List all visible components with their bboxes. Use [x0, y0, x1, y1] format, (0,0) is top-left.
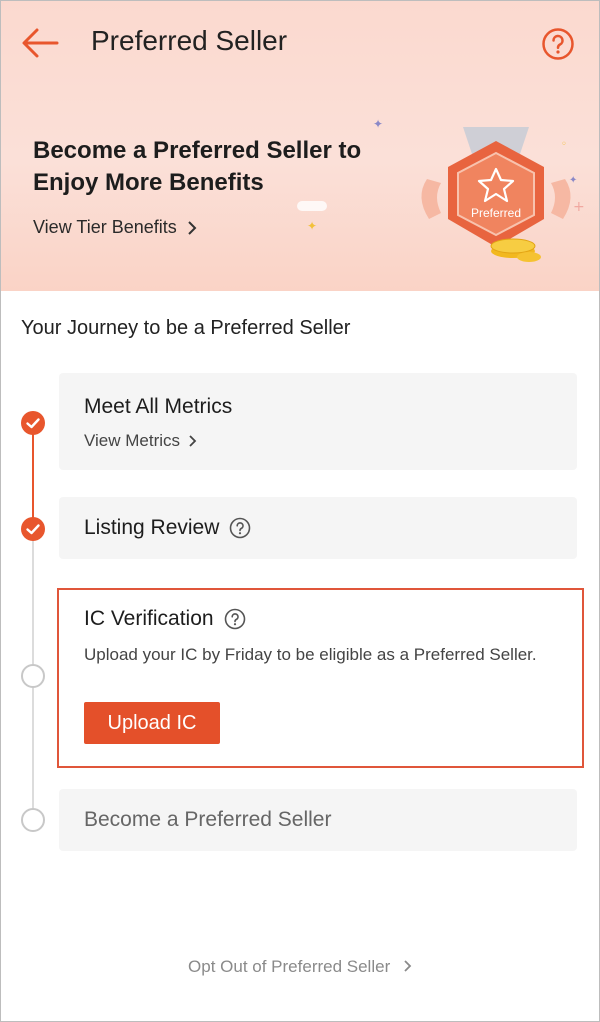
step-title: Meet All Metrics	[84, 395, 233, 418]
question-circle-icon	[542, 28, 574, 60]
chevron-right-icon	[188, 220, 197, 235]
cloud-decoration	[297, 201, 327, 211]
step-card-metrics: Meet All Metrics View Metrics	[59, 373, 577, 470]
question-circle-icon[interactable]	[224, 608, 246, 630]
step-pending-icon	[21, 808, 45, 832]
svg-text:✦: ✦	[569, 175, 577, 186]
page-title: Preferred Seller	[91, 25, 288, 56]
opt-out-link[interactable]: Opt Out of Preferred Seller	[1, 957, 599, 977]
hero-headline: Become a Preferred Seller to Enjoy More …	[33, 137, 362, 196]
svg-text:+: +	[573, 199, 585, 215]
step-card-become-preferred: Become a Preferred Seller	[59, 789, 577, 851]
upload-ic-button[interactable]: Upload IC	[84, 702, 220, 744]
tier-link-label: View Tier Benefits	[33, 217, 177, 237]
step-pending-icon	[21, 664, 45, 688]
step-title: IC Verification	[84, 607, 214, 630]
step-done-icon	[21, 411, 45, 435]
step-done-icon	[21, 517, 45, 541]
svg-text:◦: ◦	[561, 139, 567, 150]
back-button[interactable]	[19, 25, 61, 61]
question-circle-icon[interactable]	[229, 517, 251, 539]
step-description: Upload your IC by Friday to be eligible …	[84, 645, 537, 664]
top-bar: Preferred Seller	[1, 1, 599, 85]
view-tier-benefits-link[interactable]: View Tier Benefits	[33, 217, 197, 238]
preferred-badge-illustration: Preferred ✦ ◦ ✦ +	[421, 127, 585, 262]
help-button[interactable]	[541, 27, 575, 61]
step-card-listing-review: Listing Review	[59, 497, 577, 559]
sparkle-icon: ✦	[373, 117, 384, 131]
timeline-line-completed	[32, 423, 34, 529]
step-title: Listing Review	[84, 516, 220, 539]
checkmark-icon	[26, 418, 40, 429]
checkmark-icon	[26, 524, 40, 535]
chevron-right-icon	[404, 960, 412, 972]
hero-banner: Preferred Seller Become a Preferred Sell…	[1, 1, 599, 291]
step-title: Become a Preferred Seller	[84, 808, 332, 831]
view-metrics-link[interactable]: View Metrics	[84, 431, 197, 451]
arrow-left-icon	[22, 28, 59, 58]
opt-out-label: Opt Out of Preferred Seller	[188, 957, 391, 976]
journey-title: Your Journey to be a Preferred Seller	[21, 317, 351, 339]
badge-label: Preferred	[471, 206, 521, 220]
sparkle-icon: ✦	[307, 219, 318, 233]
step-card-ic-verification: IC Verification Upload your IC by Friday…	[57, 588, 584, 768]
view-metrics-label: View Metrics	[84, 431, 181, 450]
chevron-right-icon	[189, 435, 197, 447]
